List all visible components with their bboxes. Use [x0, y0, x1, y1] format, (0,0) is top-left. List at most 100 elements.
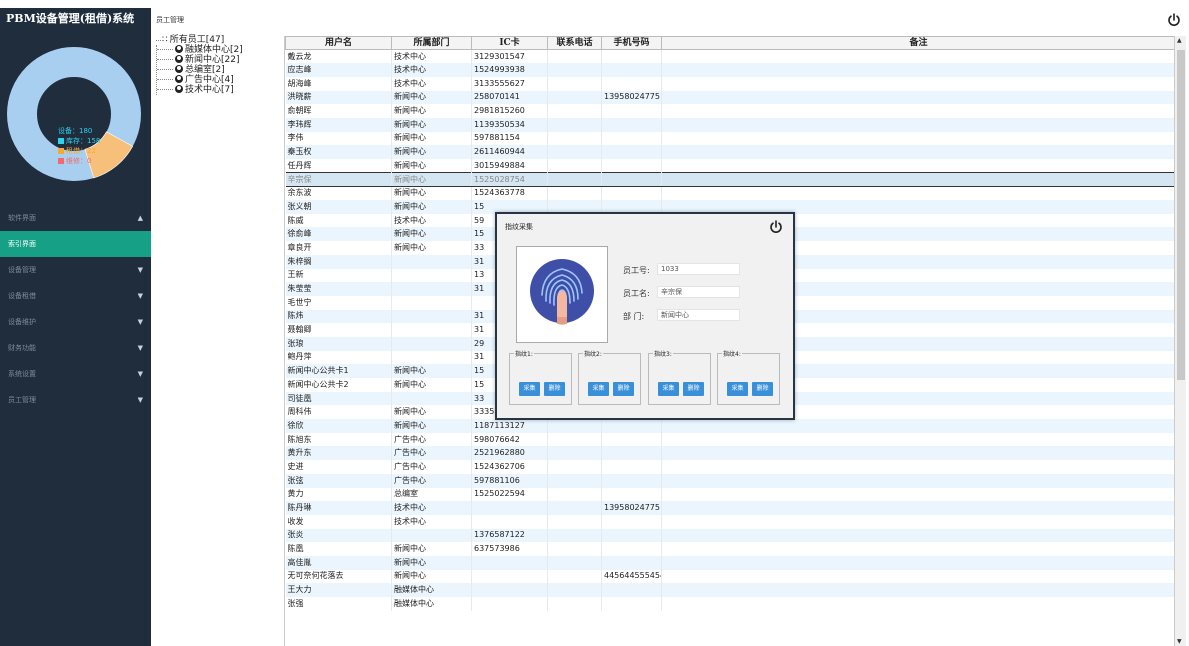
dialog-title: 指纹采集: [505, 223, 533, 231]
cell-remark: [661, 446, 1174, 461]
menu-item-software[interactable]: 软件界面 ▲: [0, 205, 151, 231]
table-row[interactable]: 秦玉权 新闻中心 2611460944: [285, 145, 1174, 159]
table-scrollbar[interactable]: ▲ ▼: [1174, 36, 1186, 646]
power-icon[interactable]: [1167, 13, 1181, 27]
cell-department: 新闻中心: [391, 405, 472, 420]
menu-item-index[interactable]: 索引界面: [0, 231, 151, 257]
table-row[interactable]: 史进 广告中心 1524362706: [285, 460, 1174, 474]
table-row[interactable]: 李玮辉 新闻中心 1139350534: [285, 117, 1174, 132]
cell-department: [391, 295, 472, 310]
cell-department: [391, 336, 472, 351]
col-header-department[interactable]: 所属部门: [391, 36, 472, 50]
cell-remark: [661, 542, 1174, 556]
tree-node-media[interactable]: 融媒体中心[2]: [157, 45, 284, 55]
cell-department: [391, 528, 472, 543]
cell-ic-card: 598076642: [471, 432, 548, 447]
table-row[interactable]: 戴云龙 技术中心 3129301547: [285, 49, 1174, 64]
cell-remark: [661, 514, 1174, 529]
table-row[interactable]: 陈丹琳 技术中心 13958024775: [285, 501, 1174, 515]
table-row[interactable]: 陈凰 新闻中心 637573986: [285, 542, 1174, 556]
table-row[interactable]: 任丹辉 新闻中心 3015949884: [285, 159, 1174, 173]
cell-username: 张弦: [285, 473, 392, 488]
employee-id-field[interactable]: 1033: [657, 263, 740, 275]
cell-phone: [547, 473, 602, 488]
table-row[interactable]: 俞朝晖 新闻中心 2981815260: [285, 104, 1174, 118]
table-row[interactable]: 辛宗保 新闻中心 1525028754: [285, 172, 1174, 187]
delete-button-4[interactable]: 删除: [752, 382, 773, 396]
col-header-mobile[interactable]: 手机号码: [601, 36, 662, 50]
stock-swatch: [58, 138, 64, 144]
table-row[interactable]: 高佳胤 新闻中心: [285, 555, 1174, 570]
cell-remark: [661, 583, 1174, 597]
cell-username: 胡海峰: [285, 76, 392, 91]
cell-department: 技术中心: [391, 76, 472, 91]
delete-button-1[interactable]: 删除: [544, 382, 565, 396]
cell-phone: [547, 514, 602, 529]
collect-button-3[interactable]: 采集: [658, 382, 679, 396]
menu-item-maintenance[interactable]: 设备维护 ▼: [0, 309, 151, 335]
col-header-ic-card[interactable]: IC卡: [471, 36, 548, 50]
cell-remark: [661, 555, 1174, 570]
person-icon: [175, 65, 183, 73]
close-power-icon[interactable]: [769, 220, 783, 234]
col-header-phone[interactable]: 联系电话: [547, 36, 602, 50]
table-row[interactable]: 黄升东 广告中心 2521962880: [285, 446, 1174, 461]
cell-department: 新闻中心: [391, 378, 472, 392]
person-icon: [175, 75, 183, 83]
menu-item-settings[interactable]: 系统设置 ▼: [0, 361, 151, 387]
collect-button-4[interactable]: 采集: [727, 382, 748, 396]
table-row[interactable]: 黄力 总编室 1525022594: [285, 487, 1174, 502]
cell-ic-card: 1187113127: [471, 419, 548, 433]
cell-username: 周科伟: [285, 405, 392, 420]
cell-username: 陈凰: [285, 542, 392, 556]
tree-node-news[interactable]: 新闻中心[22]: [157, 55, 284, 65]
col-header-username[interactable]: 用户名: [285, 36, 392, 50]
department-field[interactable]: 新闻中心: [657, 309, 740, 321]
tree-root[interactable]: ∷ 所有员工[47]: [154, 36, 284, 45]
table-row[interactable]: 徐欣 新闻中心 1187113127: [285, 419, 1174, 433]
table-row[interactable]: 收发 技术中心: [285, 514, 1174, 529]
table-row[interactable]: 无可奈何花落去 新闻中心 445644555454: [285, 569, 1174, 584]
table-row[interactable]: 应志峰 技术中心 1524993938: [285, 63, 1174, 77]
table-row[interactable]: 王大力 融媒体中心: [285, 583, 1174, 597]
cell-phone: [547, 555, 602, 570]
inventory-donut-chart: 设备：180 库存：158 租借：22 维修：0: [5, 36, 143, 198]
delete-button-3[interactable]: 删除: [683, 382, 704, 396]
menu-label: 软件界面: [8, 214, 36, 222]
tree-node-editorial[interactable]: 总编室[2]: [157, 65, 284, 75]
table-row[interactable]: 张弦 广告中心 597881106: [285, 473, 1174, 488]
collect-button-2[interactable]: 采集: [588, 382, 609, 396]
chevron-down-icon: ▼: [137, 396, 143, 404]
tree-node-tech[interactable]: 技术中心[7]: [157, 85, 284, 95]
menu-item-staff[interactable]: 员工管理 ▼: [0, 387, 151, 413]
menu-item-rental[interactable]: 设备租借 ▼: [0, 283, 151, 309]
table-row[interactable]: 洪晓薪 新闻中心 258070141 13958024775: [285, 90, 1174, 105]
table-row[interactable]: 李伟 新闻中心 597881154: [285, 131, 1174, 146]
collect-button-1[interactable]: 采集: [519, 382, 540, 396]
col-header-remark[interactable]: 备注: [661, 36, 1174, 50]
cell-phone: [547, 49, 602, 64]
menu-item-equipment[interactable]: 设备管理 ▼: [0, 257, 151, 283]
menu-item-finance[interactable]: 财务功能 ▼: [0, 335, 151, 361]
employee-id-label: 员工号:: [623, 266, 650, 275]
menu-label: 财务功能: [8, 344, 36, 352]
employee-name-field[interactable]: 辛宗保: [657, 286, 740, 298]
legend-borrow: 租借：22: [58, 146, 100, 156]
scroll-up-icon[interactable]: ▲: [1177, 37, 1182, 44]
cell-ic-card: [471, 569, 548, 584]
table-row[interactable]: 张强 融媒体中心: [285, 597, 1174, 611]
scroll-down-icon[interactable]: ▼: [1177, 638, 1182, 645]
scroll-thumb[interactable]: [1177, 50, 1185, 380]
cell-username: 陈旭东: [285, 432, 392, 447]
cell-username: 黄升东: [285, 446, 392, 461]
table-row[interactable]: 胡海峰 技术中心 3133555627: [285, 76, 1174, 91]
table-row[interactable]: 张炎 1376587122: [285, 528, 1174, 543]
cell-ic-card: 1525022594: [471, 487, 548, 502]
table-row[interactable]: 余东波 新闻中心 1524363778: [285, 186, 1174, 201]
delete-button-2[interactable]: 删除: [613, 382, 634, 396]
cell-department: 广告中心: [391, 446, 472, 461]
table-row[interactable]: 陈旭东 广告中心 598076642: [285, 432, 1174, 447]
cell-username: 陈威: [285, 213, 392, 228]
cell-remark: [661, 501, 1174, 515]
tree-node-ads[interactable]: 广告中心[4]: [157, 75, 284, 85]
